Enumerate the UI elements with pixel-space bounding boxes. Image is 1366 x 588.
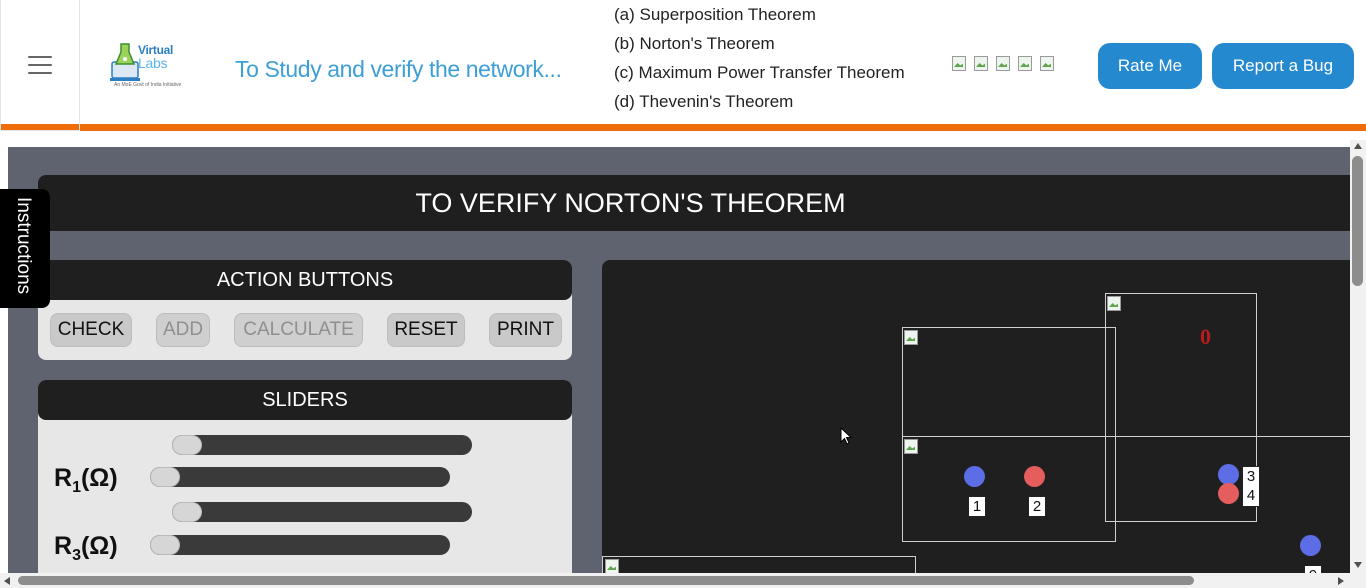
option-item: (d) Thevenin's Theorem: [614, 92, 794, 111]
theorem-options-list: (a) Superposition Theorem (b) Norton's T…: [614, 4, 905, 120]
broken-image-icon: [1107, 296, 1123, 312]
r3-label: R3(Ω): [54, 532, 118, 564]
scrollbar-thumb[interactable]: [1352, 156, 1363, 286]
terminal-1-label: 1: [968, 496, 986, 517]
rate-me-button[interactable]: Rate Me: [1098, 43, 1202, 89]
slider-knob[interactable]: [150, 535, 180, 555]
broken-image-icon[interactable]: [973, 55, 989, 71]
r1-label: R1(Ω): [54, 464, 118, 496]
scroll-left-icon[interactable]: [4, 577, 10, 585]
calculate-button[interactable]: CALCULATE: [234, 313, 363, 347]
broken-image-icon[interactable]: [1039, 55, 1055, 71]
logo-tagline: An MoE Govt of India Initiative: [114, 82, 182, 88]
circuit-frame: [902, 327, 1116, 542]
terminal-4[interactable]: [1218, 483, 1239, 504]
meter-reading: 0: [1200, 324, 1211, 349]
sliders-heading: SLIDERS: [38, 380, 572, 420]
rating-stars[interactable]: [951, 55, 1055, 71]
terminal-1[interactable]: [964, 466, 985, 487]
vertical-scrollbar[interactable]: [1350, 140, 1366, 573]
r1-slider[interactable]: [150, 467, 450, 487]
sliders-panel: SLIDERS R1(Ω) R3(Ω): [38, 380, 572, 573]
action-buttons-panel: ACTION BUTTONS CHECK ADD CALCULATE RESET…: [38, 260, 572, 360]
print-button[interactable]: PRINT: [489, 313, 562, 347]
scroll-up-icon[interactable]: [1354, 143, 1362, 149]
slider-track[interactable]: [172, 502, 472, 522]
broken-image-icon[interactable]: [1017, 55, 1033, 71]
slider-knob[interactable]: [172, 435, 202, 455]
option-item: (b) Norton's Theorem: [614, 34, 775, 53]
broken-image-icon: [605, 559, 621, 573]
terminal-2[interactable]: [1024, 466, 1045, 487]
slider-knob[interactable]: [172, 502, 202, 522]
r3-slider[interactable]: [150, 535, 450, 555]
broken-image-icon[interactable]: [951, 55, 967, 71]
menu-button[interactable]: [0, 0, 80, 131]
terminal-3[interactable]: [1218, 464, 1239, 485]
broken-image-icon: [904, 439, 920, 455]
broken-image-icon[interactable]: [995, 55, 1011, 71]
page-title: TO VERIFY NORTON'S THEOREM: [38, 175, 1350, 231]
mouse-cursor-icon: [840, 427, 853, 445]
terminal-9-label: 9: [1304, 565, 1322, 573]
option-item: (a) Superposition Theorem: [614, 5, 816, 24]
virtual-labs-logo[interactable]: Virtual Labs An MoE Govt of India Initia…: [108, 38, 182, 92]
action-buttons-heading: ACTION BUTTONS: [38, 260, 572, 300]
slider-knob[interactable]: [150, 467, 180, 487]
header: Virtual Labs An MoE Govt of India Initia…: [0, 0, 1366, 131]
scroll-down-icon[interactable]: [1354, 562, 1362, 568]
logo-wordmark: Virtual Labs: [138, 43, 174, 71]
wire-line: [902, 436, 1350, 437]
report-bug-button[interactable]: Report a Bug: [1212, 43, 1354, 89]
terminal-9[interactable]: [1300, 535, 1321, 556]
slider-track[interactable]: [172, 435, 472, 455]
horizontal-scrollbar[interactable]: [0, 573, 1366, 588]
experiment-title: To Study and verify the network...: [235, 56, 562, 82]
terminal-3-4-label: 3 4: [1242, 466, 1260, 507]
add-button[interactable]: ADD: [156, 313, 210, 347]
broken-image-icon: [904, 330, 920, 346]
hamburger-icon: [28, 56, 52, 74]
reset-button[interactable]: RESET: [387, 313, 465, 347]
bottom-frame: [602, 556, 916, 573]
option-item: (c) Maximum Power Transfer Theorem: [614, 63, 905, 82]
circuit-canvas: 0 1 2 3 4 9: [602, 260, 1350, 573]
flask-icon: [110, 43, 140, 81]
terminal-2-label: 2: [1028, 496, 1046, 517]
scrollbar-thumb[interactable]: [18, 576, 1194, 585]
instructions-label: Instructions: [13, 197, 34, 295]
scroll-right-icon[interactable]: [1338, 577, 1344, 585]
check-button[interactable]: CHECK: [50, 313, 132, 347]
instructions-tab[interactable]: Instructions: [0, 189, 50, 308]
simulation-area: TO VERIFY NORTON'S THEOREM ACTION BUTTON…: [8, 147, 1350, 573]
